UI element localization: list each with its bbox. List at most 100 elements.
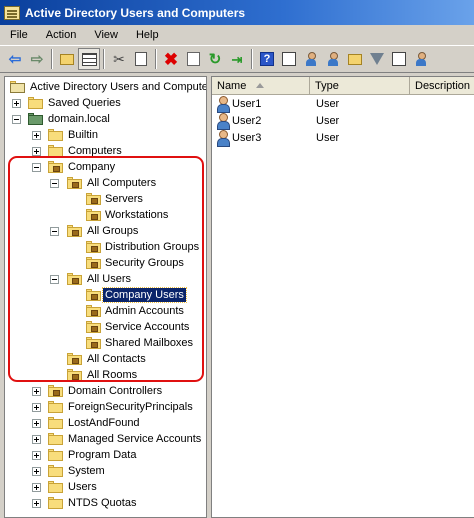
column-header-type[interactable]: Type	[310, 77, 410, 95]
tree-label-program-data: Program Data	[68, 449, 137, 461]
show-hide-tree-button[interactable]	[78, 48, 100, 70]
new-group-button[interactable]	[322, 48, 344, 70]
column-header-description[interactable]: Description	[410, 77, 474, 95]
tree-label-builtin: Builtin	[68, 129, 98, 141]
forward-button[interactable]: ⇨	[26, 48, 48, 70]
user-icon	[216, 96, 230, 113]
expand-icon[interactable]	[32, 419, 41, 428]
tree-node-saved-queries[interactable]: Saved Queries	[5, 95, 206, 111]
list-row[interactable]: User3 User	[212, 129, 474, 147]
back-button[interactable]: ⇦	[4, 48, 26, 70]
menu-help[interactable]: Help	[128, 29, 167, 41]
add-to-group-button[interactable]	[410, 48, 432, 70]
menu-file[interactable]: File	[2, 29, 36, 41]
folder-icon	[48, 417, 63, 429]
menu-bar: File Action View Help	[0, 25, 474, 45]
expand-icon[interactable]	[32, 403, 41, 412]
refresh-button[interactable]: ↻	[204, 48, 226, 70]
back-arrow-icon: ⇦	[8, 50, 22, 68]
collapse-icon[interactable]	[12, 115, 21, 124]
expand-icon[interactable]	[32, 467, 41, 476]
new-ou-button[interactable]	[344, 48, 366, 70]
filter-button[interactable]	[366, 48, 388, 70]
tree-label-managed-service-accounts: Managed Service Accounts	[68, 433, 202, 445]
user-icon	[216, 130, 230, 147]
new-user-button[interactable]	[300, 48, 322, 70]
list-cell-name: User1	[232, 97, 262, 110]
expand-icon[interactable]	[32, 483, 41, 492]
properties-icon	[186, 52, 200, 66]
delete-icon: ✖	[163, 49, 179, 69]
tree-node-root[interactable]: Active Directory Users and Computers	[5, 79, 207, 95]
tree-node-lost-and-found[interactable]: LostAndFound	[5, 415, 206, 431]
cut-icon: ✂	[113, 51, 125, 67]
folder-icon	[48, 449, 63, 461]
export-list-icon: ⇥	[231, 51, 243, 67]
show-tree-icon	[81, 52, 97, 66]
expand-icon[interactable]	[32, 451, 41, 460]
column-header-type-label: Type	[315, 79, 339, 92]
folder-icon	[48, 129, 63, 141]
new-user-icon	[304, 52, 318, 66]
list-row[interactable]: User1 User	[212, 95, 474, 113]
list-row[interactable]: User2 User	[212, 112, 474, 130]
toolbar: ⇦ ⇨ ✂ ✖ ↻ ⇥ ?	[0, 45, 474, 73]
tree-node-domain-controllers[interactable]: Domain Controllers	[5, 383, 206, 399]
tree-node-program-data[interactable]: Program Data	[5, 447, 206, 463]
expand-icon[interactable]	[32, 147, 41, 156]
user-icon	[216, 113, 230, 130]
folder-up-icon	[60, 53, 74, 65]
menu-action[interactable]: Action	[38, 29, 85, 41]
expand-icon[interactable]	[32, 435, 41, 444]
window-title: Active Directory Users and Computers	[25, 5, 246, 20]
tree-node-ntds-quotas[interactable]: NTDS Quotas	[5, 495, 206, 511]
folder-icon	[48, 401, 63, 413]
console-root-icon	[10, 81, 25, 93]
export-list-button[interactable]: ⇥	[226, 48, 248, 70]
tree-label-ntds-quotas: NTDS Quotas	[68, 497, 137, 509]
add-to-group-icon	[414, 52, 428, 66]
expand-icon[interactable]	[12, 99, 21, 108]
help-button[interactable]: ?	[256, 48, 278, 70]
tree-node-users[interactable]: Users	[5, 479, 206, 495]
forward-arrow-icon: ⇨	[30, 50, 44, 68]
tree-label-domain: domain.local	[48, 113, 110, 125]
paste-button[interactable]	[130, 48, 152, 70]
folder-icon	[48, 497, 63, 509]
column-header-name[interactable]: Name	[212, 77, 310, 95]
sort-ascending-icon	[256, 83, 265, 88]
clipboard-icon	[135, 52, 147, 66]
properties-button[interactable]	[182, 48, 204, 70]
tree-label-domain-controllers: Domain Controllers	[68, 385, 163, 397]
tree-node-domain[interactable]: domain.local	[5, 111, 206, 127]
list-pane[interactable]: Name Type Description User1 User User2 U…	[211, 76, 474, 518]
expand-icon[interactable]	[32, 131, 41, 140]
up-one-level-button[interactable]	[56, 48, 78, 70]
refresh-icon: ↻	[208, 50, 222, 68]
find-button[interactable]	[388, 48, 410, 70]
toolbar-separator	[103, 49, 105, 69]
tree-label-users: Users	[68, 481, 97, 493]
tree-label-root: Active Directory Users and Computers	[30, 81, 207, 93]
tree-label-system: System	[68, 465, 105, 477]
menu-view[interactable]: View	[86, 29, 126, 41]
new-ou-icon	[348, 53, 362, 65]
tree-label-saved-queries: Saved Queries	[48, 97, 121, 109]
tree-node-managed-service-accounts[interactable]: Managed Service Accounts	[5, 431, 206, 447]
list-cell-type: User	[316, 114, 340, 127]
tree-node-system[interactable]: System	[5, 463, 206, 479]
app-icon	[4, 5, 20, 20]
filter-icon	[370, 53, 384, 65]
ou-icon	[48, 385, 63, 397]
tree-node-builtin[interactable]: Builtin	[5, 127, 206, 143]
expand-icon[interactable]	[32, 387, 41, 396]
toolbar-separator	[51, 49, 53, 69]
cut-button[interactable]: ✂	[108, 48, 130, 70]
delete-button[interactable]: ✖	[160, 48, 182, 70]
console-button[interactable]	[278, 48, 300, 70]
folder-icon	[48, 465, 63, 477]
tree-node-foreign-security-principals[interactable]: ForeignSecurityPrincipals	[5, 399, 206, 415]
column-header-description-label: Description	[415, 79, 471, 92]
tree-label-foreign-security-principals: ForeignSecurityPrincipals	[68, 401, 193, 413]
expand-icon[interactable]	[32, 499, 41, 508]
